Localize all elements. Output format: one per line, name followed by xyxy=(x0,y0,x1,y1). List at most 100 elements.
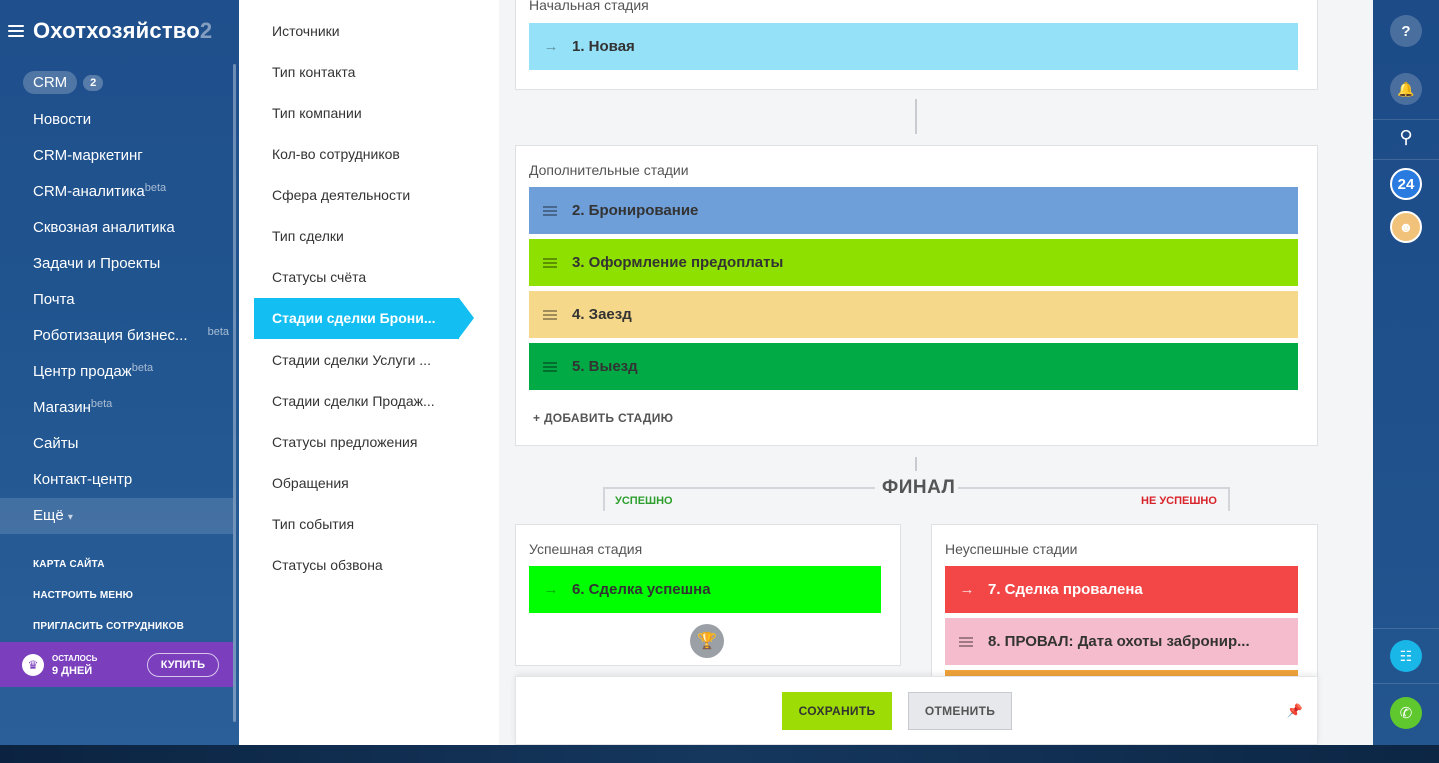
final-success-label: УСПЕШНО xyxy=(615,495,673,507)
stages-editor: Начальная стадия → 1. Новая Дополнительн… xyxy=(499,0,1373,745)
divider xyxy=(1373,628,1439,629)
chat-icon[interactable]: ☷ xyxy=(1390,640,1422,672)
settings-item-deal-stages-services[interactable]: Стадии сделки Услуги ... xyxy=(272,352,431,368)
stage-check-in[interactable]: 4. Заезд xyxy=(529,291,1298,338)
stage-prepayment[interactable]: 3. Оформление предоплаты xyxy=(529,239,1298,286)
final-title: ФИНАЛ xyxy=(879,477,959,499)
stage-fail-booked-date[interactable]: 8. ПРОВАЛ: Дата охоты забронир... xyxy=(945,618,1298,665)
settings-item-deal-stages-sales[interactable]: Стадии сделки Продаж... xyxy=(272,393,435,409)
trial-remaining-label: ОСТАЛОСЬ xyxy=(52,653,98,663)
stage-label[interactable]: 6. Сделка успешна xyxy=(572,581,711,598)
sidebar-item-contact-center[interactable]: Контакт-центр xyxy=(0,462,233,498)
settings-item-invoice-status[interactable]: Статусы счёта xyxy=(272,269,366,285)
stage-label[interactable]: 8. ПРОВАЛ: Дата охоты забронир... xyxy=(988,633,1250,650)
stage-check-out[interactable]: 5. Выезд xyxy=(529,343,1298,390)
sidebar-item-more[interactable]: Ещё ▾ xyxy=(0,498,233,534)
buy-button[interactable]: КУПИТЬ xyxy=(146,652,219,677)
additional-stages-label: Дополнительные стадии xyxy=(529,162,689,178)
crm-counter-badge: 2 xyxy=(83,74,104,91)
final-fail-label: НЕ УСПЕШНО xyxy=(1141,495,1217,507)
sidebar-nav: Новости CRM-маркетинг CRM-аналитикаbeta … xyxy=(0,102,233,534)
connector-line xyxy=(915,99,917,134)
right-toolbar: ? 🔔 ⚲ 24 ☻ ☷ ✆ xyxy=(1373,0,1439,745)
settings-menu: Источники Тип контакта Тип компании Кол-… xyxy=(239,0,499,745)
final-line-right xyxy=(957,487,1229,489)
crm-label[interactable]: CRM xyxy=(23,71,78,94)
sidebar-item-mail[interactable]: Почта xyxy=(0,282,233,318)
drag-handle-icon[interactable] xyxy=(543,205,557,216)
arrow-right-icon: → xyxy=(543,38,559,55)
final-tick-right xyxy=(1228,487,1230,511)
sidebar-item-sales-center[interactable]: Центр продажbeta xyxy=(0,354,233,390)
bell-icon[interactable]: 🔔 xyxy=(1390,73,1422,105)
additional-stages-box: Дополнительные стадии 2. Бронирование 3.… xyxy=(515,145,1318,446)
stage-label[interactable]: 5. Выезд xyxy=(572,358,638,375)
settings-item-sources[interactable]: Источники xyxy=(272,23,340,39)
stage-booking[interactable]: 2. Бронирование xyxy=(529,187,1298,234)
trial-days: 9 ДНЕЙ xyxy=(52,664,93,677)
configure-menu-link[interactable]: НАСТРОИТЬ МЕНЮ xyxy=(33,584,184,615)
portal-title[interactable]: Охотхозяйство2 xyxy=(33,18,212,44)
stage-label[interactable]: 4. Заезд xyxy=(572,306,632,323)
settings-item-requests[interactable]: Обращения xyxy=(272,475,349,491)
stage-label[interactable]: 7. Сделка провалена xyxy=(988,581,1143,598)
pin-icon[interactable]: 📌 xyxy=(1287,703,1303,719)
sidebar-scrollbar[interactable] xyxy=(233,64,236,722)
drag-handle-icon[interactable] xyxy=(543,361,557,372)
bitrix24-icon[interactable]: 24 xyxy=(1390,168,1422,200)
search-icon[interactable]: ⚲ xyxy=(1390,121,1422,153)
phone-icon[interactable]: ✆ xyxy=(1390,697,1422,729)
beta-badge: beta xyxy=(144,182,167,194)
save-button[interactable]: СОХРАНИТЬ xyxy=(782,692,892,730)
crm-group[interactable]: CRM 2 xyxy=(23,71,104,94)
sitemap-link[interactable]: КАРТА САЙТА xyxy=(33,553,184,584)
beta-badge: beta xyxy=(207,326,229,338)
final-line-left xyxy=(603,487,875,489)
settings-item-call-status[interactable]: Статусы обзвона xyxy=(272,557,383,573)
help-icon[interactable]: ? xyxy=(1390,15,1422,47)
menu-icon[interactable] xyxy=(8,25,24,37)
drag-handle-icon[interactable] xyxy=(543,257,557,268)
initial-stage-box: Начальная стадия → 1. Новая xyxy=(515,0,1318,90)
sidebar-item-automation[interactable]: Роботизация бизнес... beta xyxy=(0,318,233,354)
sidebar-item-news[interactable]: Новости xyxy=(0,102,233,138)
settings-item-employees[interactable]: Кол-во сотрудников xyxy=(272,146,400,162)
fail-stages-label: Неуспешные стадии xyxy=(945,541,1078,557)
add-stage-button[interactable]: + ДОБАВИТЬ СТАДИЮ xyxy=(533,411,673,425)
stage-new[interactable]: → 1. Новая xyxy=(529,23,1298,70)
stage-deal-lost[interactable]: → 7. Сделка провалена xyxy=(945,566,1298,613)
settings-item-quote-status[interactable]: Статусы предложения xyxy=(272,434,417,450)
sidebar-item-end-to-end-analytics[interactable]: Сквозная аналитика xyxy=(0,210,233,246)
settings-item-company-type[interactable]: Тип компании xyxy=(272,105,362,121)
arrow-right-icon: → xyxy=(959,581,975,598)
sidebar-item-tasks[interactable]: Задачи и Проекты xyxy=(0,246,233,282)
drag-handle-icon[interactable] xyxy=(543,309,557,320)
settings-item-deal-stages-booking[interactable]: Стадии сделки Брони... xyxy=(254,298,474,339)
beta-badge: beta xyxy=(90,398,113,410)
chevron-down-icon: ▾ xyxy=(67,512,73,523)
initial-stage-label: Начальная стадия xyxy=(529,0,649,13)
stage-label[interactable]: 3. Оформление предоплаты xyxy=(572,254,783,271)
user-avatar[interactable]: ☻ xyxy=(1390,211,1422,243)
trophy-icon: 🏆 xyxy=(690,624,724,658)
settings-item-deal-type[interactable]: Тип сделки xyxy=(272,228,344,244)
arrow-right-icon: → xyxy=(543,581,559,598)
sidebar-item-crm-marketing[interactable]: CRM-маркетинг xyxy=(0,138,233,174)
settings-item-contact-type[interactable]: Тип контакта xyxy=(272,64,355,80)
sidebar-item-sites[interactable]: Сайты xyxy=(0,426,233,462)
sidebar-item-store[interactable]: Магазинbeta xyxy=(0,390,233,426)
sidebar-item-crm-analytics[interactable]: CRM-аналитикаbeta xyxy=(0,174,233,210)
sidebar-header: Охотхозяйство2 xyxy=(8,18,239,44)
portal-title-tail: 2 xyxy=(199,18,213,43)
final-tick-left xyxy=(603,487,605,511)
settings-item-industry[interactable]: Сфера деятельности xyxy=(272,187,410,203)
beta-badge: beta xyxy=(131,362,154,374)
stage-deal-won[interactable]: → 6. Сделка успешна xyxy=(529,566,881,613)
stage-label[interactable]: 1. Новая xyxy=(572,38,635,55)
stage-label[interactable]: 2. Бронирование xyxy=(572,202,698,219)
settings-item-event-type[interactable]: Тип события xyxy=(272,516,354,532)
desktop-background xyxy=(0,745,1439,763)
drag-handle-icon[interactable] xyxy=(959,636,973,647)
cancel-button[interactable]: ОТМЕНИТЬ xyxy=(908,692,1012,730)
connector-line xyxy=(915,457,917,471)
